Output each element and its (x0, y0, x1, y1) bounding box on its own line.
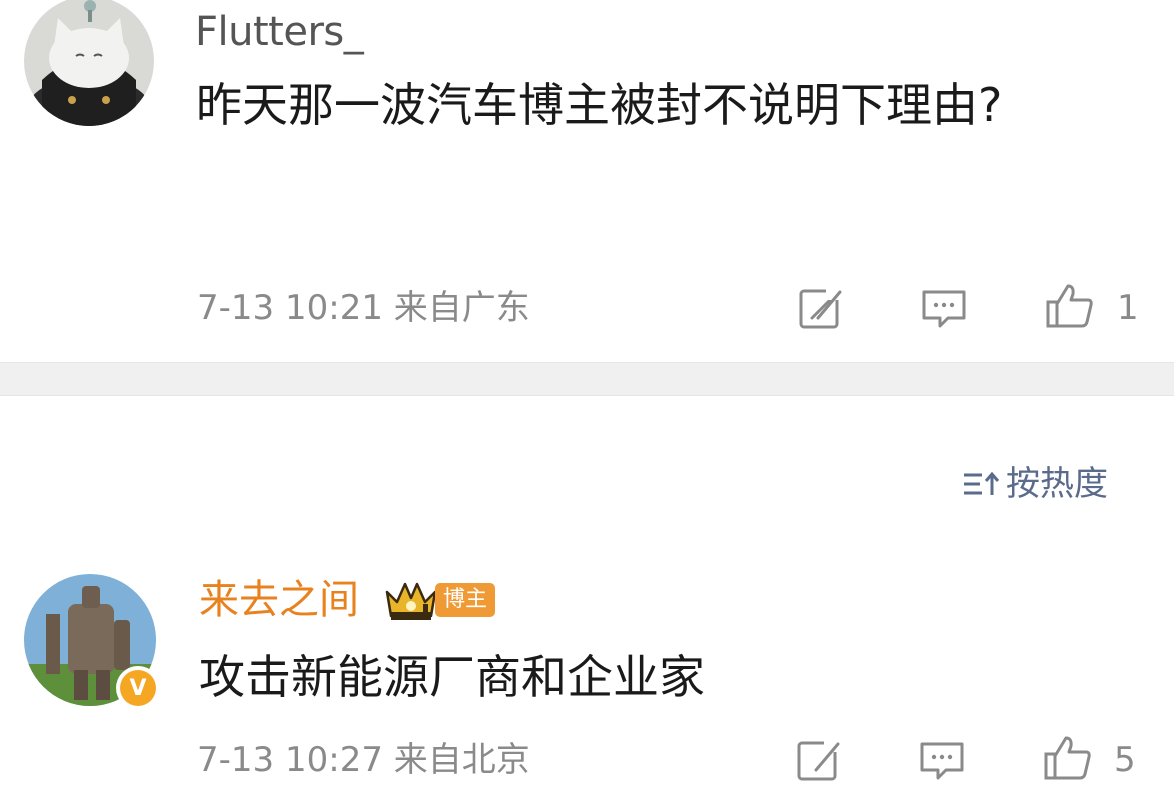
comments-page: Flutters_ 昨天那一波汽车博主被封不说明下理由? 7-13 10:21 … (0, 0, 1174, 795)
white-cat-avatar-icon (24, 0, 154, 126)
comment-text: 昨天那一波汽车博主被封不说明下理由? (196, 78, 1003, 132)
reply-button[interactable] (916, 734, 968, 786)
location: 来自北京 (393, 740, 530, 780)
location: 来自广东 (393, 288, 530, 328)
crown-icon[interactable] (383, 578, 439, 622)
username[interactable]: 来去之间 (199, 576, 359, 624)
username[interactable]: Flutters_ (195, 8, 364, 56)
sort-by-popularity-button[interactable]: 按热度 (962, 460, 1108, 508)
thumbs-up-icon (1046, 284, 1093, 328)
comment-meta: 7-13 10:21 来自广东 (197, 286, 530, 330)
sort-icon (964, 471, 1000, 495)
comment-meta: 7-13 10:27 来自北京 (197, 738, 530, 782)
like-button[interactable] (1044, 280, 1096, 332)
repost-icon (799, 286, 842, 329)
sort-label: 按热度 (1006, 464, 1108, 504)
user-badges: 博主 (383, 578, 496, 622)
comment-icon (922, 290, 966, 328)
avatar[interactable]: V (24, 574, 160, 710)
verified-badge: V (116, 666, 160, 710)
repost-button[interactable] (794, 734, 846, 786)
comment-icon (920, 742, 964, 780)
like-count: 5 (1114, 740, 1136, 780)
repost-button[interactable] (796, 282, 848, 334)
avatar[interactable] (24, 0, 154, 126)
timestamp: 7-13 10:27 (197, 740, 383, 780)
blogger-badge: 博主 (435, 583, 496, 617)
verified-mark: V (120, 670, 156, 706)
comment-text: 攻击新能源厂商和企业家 (199, 650, 705, 704)
timestamp: 7-13 10:21 (197, 288, 383, 328)
comment-item: Flutters_ 昨天那一波汽车博主被封不说明下理由? 7-13 10:21 … (0, 0, 1174, 362)
thumbs-up-icon (1044, 736, 1091, 780)
repost-icon (797, 738, 840, 781)
reply-button[interactable] (918, 282, 970, 334)
section-divider (0, 362, 1174, 396)
comment-item: V 来去之间 博主 攻击新能源厂商和企业家 7-13 10:27 来自北京 5 (0, 558, 1174, 795)
like-button[interactable] (1042, 732, 1094, 784)
like-count: 1 (1117, 288, 1139, 328)
